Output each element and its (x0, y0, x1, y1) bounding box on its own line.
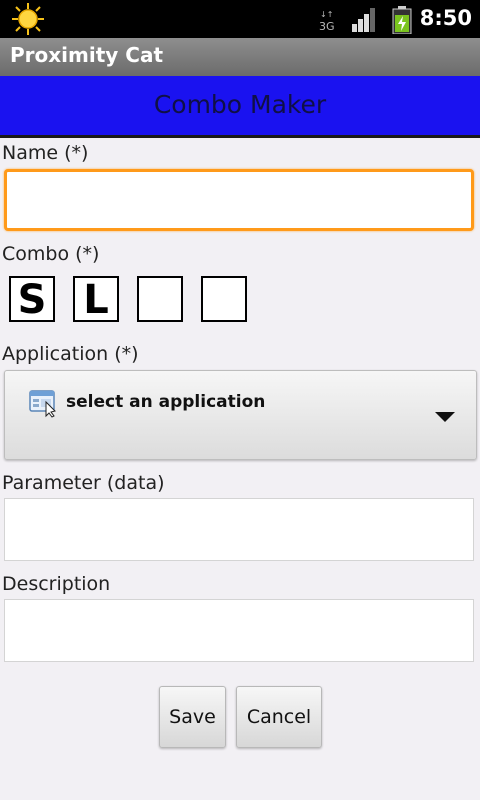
app-window-icon (29, 390, 56, 418)
description-label: Description (2, 573, 111, 595)
title-bar: Proximity Cat (0, 38, 480, 76)
description-input[interactable] (4, 599, 474, 662)
status-bar: ↓↑ 3G 8:50 (0, 0, 480, 38)
name-label: Name (*) (2, 142, 89, 164)
application-select[interactable]: select an application (4, 370, 477, 460)
svg-text:↓↑: ↓↑ (320, 10, 333, 19)
parameter-label: Parameter (data) (2, 472, 165, 494)
signal-bars-icon (352, 8, 375, 32)
parameter-input[interactable] (4, 498, 474, 561)
application-label: Application (*) (2, 343, 139, 365)
network-3g-icon: ↓↑ 3G (318, 8, 336, 33)
page-header: Combo Maker (0, 76, 480, 138)
combo-slot-2[interactable]: L (73, 276, 119, 322)
network-label: 3G (319, 20, 335, 32)
combo-slot-3[interactable] (137, 276, 183, 322)
chevron-down-icon (435, 412, 455, 422)
battery-charging-icon (392, 6, 412, 34)
page-title: Combo Maker (153, 90, 327, 119)
name-input[interactable] (4, 169, 474, 231)
combo-slot-1[interactable]: S (9, 276, 55, 322)
save-button[interactable]: Save (159, 686, 226, 748)
combo-slot-4[interactable] (201, 276, 247, 322)
application-select-value: select an application (66, 392, 266, 412)
combo-label: Combo (*) (2, 243, 100, 265)
app-title: Proximity Cat (10, 43, 164, 67)
cancel-button[interactable]: Cancel (236, 686, 322, 748)
clock: 8:50 (419, 6, 472, 30)
weather-sun-icon (12, 3, 44, 35)
